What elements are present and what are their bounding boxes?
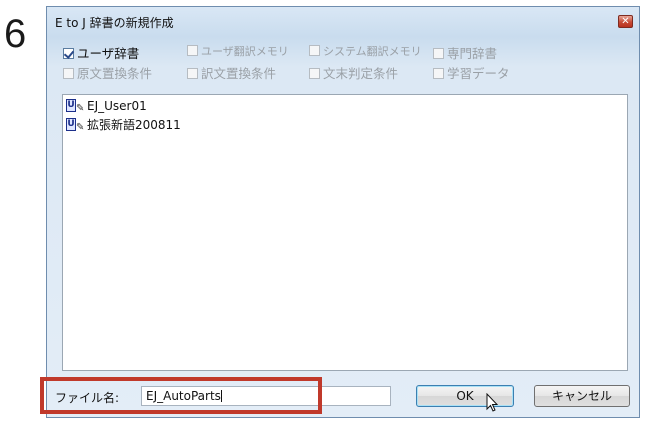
mouse-pointer-icon: [486, 393, 499, 412]
title-bar: E to J 辞書の新規作成 ✕: [47, 7, 639, 33]
checkbox-specialized-dictionary[interactable]: 専門辞書: [433, 43, 497, 61]
list-item-label: EJ_User01: [87, 99, 147, 113]
checkbox-icon: [187, 45, 198, 56]
checkbox-label: 文末判定条件: [323, 66, 399, 81]
checkbox-label: ユーザ辞書: [77, 46, 140, 61]
step-number: 6: [4, 12, 27, 56]
checkbox-source-replace-condition[interactable]: 原文置換条件: [63, 63, 152, 81]
user-dictionary-icon: U ✎: [66, 99, 85, 114]
checkbox-checked-icon: [63, 48, 74, 59]
dictionary-type-options: ユーザ辞書 ユーザ翻訳メモリ システム翻訳メモリ 専門辞書 原文置換条件 訳文置…: [63, 43, 623, 87]
list-item-label: 拡張新語200811: [87, 118, 181, 132]
checkbox-icon: [433, 48, 444, 59]
file-name-value: EJ_AutoParts: [146, 389, 221, 403]
checkbox-system-translation-memory[interactable]: システム翻訳メモリ: [309, 43, 422, 61]
checkbox-label: 専門辞書: [447, 46, 498, 61]
checkbox-label: システム翻訳メモリ: [323, 45, 422, 58]
checkbox-label: 訳文置換条件: [201, 66, 277, 81]
dialog-title: E to J 辞書の新規作成: [55, 16, 174, 30]
dictionary-list[interactable]: U ✎ EJ_User01 U ✎ 拡張新語200811: [62, 94, 628, 371]
checkbox-learning-data[interactable]: 学習データ: [433, 63, 510, 81]
checkbox-icon: [433, 68, 444, 79]
list-item[interactable]: U ✎ EJ_User01: [66, 99, 147, 116]
new-dictionary-dialog: E to J 辞書の新規作成 ✕ ユーザ辞書 ユーザ翻訳メモリ システム翻訳メモ…: [40, 6, 640, 418]
cancel-button[interactable]: キャンセル: [534, 385, 630, 407]
file-name-label: ファイル名:: [55, 391, 120, 405]
file-name-input[interactable]: EJ_AutoParts: [141, 386, 391, 406]
checkbox-label: 原文置換条件: [77, 66, 153, 81]
close-button[interactable]: ✕: [618, 15, 633, 28]
checkbox-icon: [187, 68, 198, 79]
checkbox-icon: [63, 68, 74, 79]
checkbox-label: ユーザ翻訳メモリ: [201, 45, 289, 58]
checkbox-target-replace-condition[interactable]: 訳文置換条件: [187, 63, 276, 81]
checkbox-label: 学習データ: [447, 66, 510, 81]
close-icon: ✕: [621, 16, 630, 27]
file-name-bar: ファイル名: EJ_AutoParts OK キャンセル: [40, 377, 639, 417]
checkbox-user-dictionary[interactable]: ユーザ辞書: [63, 43, 139, 61]
checkbox-user-translation-memory[interactable]: ユーザ翻訳メモリ: [187, 43, 289, 61]
checkbox-icon: [309, 68, 320, 79]
text-caret: [220, 390, 222, 402]
checkbox-sentence-end-condition[interactable]: 文末判定条件: [309, 63, 398, 81]
user-dictionary-icon: U ✎: [66, 118, 85, 133]
checkbox-icon: [309, 45, 320, 56]
list-item[interactable]: U ✎ 拡張新語200811: [66, 116, 181, 133]
